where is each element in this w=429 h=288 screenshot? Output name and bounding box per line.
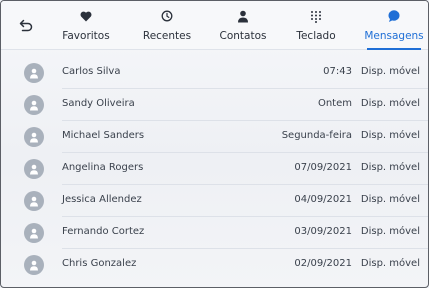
back-button[interactable] <box>15 15 37 37</box>
tab-label: Contatos <box>219 30 267 42</box>
device-label: Disp. móvel <box>360 258 420 269</box>
tab-recentes[interactable]: Recentes <box>139 1 195 49</box>
device-label: Disp. móvel <box>360 98 420 109</box>
list-item[interactable]: Michael Sanders Segunda-feira Disp. móve… <box>1 121 428 153</box>
tab-contatos[interactable]: Contatos <box>215 1 271 49</box>
person-icon <box>30 68 38 78</box>
contact-name: Sandy Oliveira <box>62 98 135 109</box>
message-time: Segunda-feira <box>281 130 352 141</box>
contact-name: Jessica Allendez <box>62 194 142 205</box>
person-icon <box>237 8 249 24</box>
list-item[interactable]: Fernando Cortez 03/09/2021 Disp. móvel <box>1 217 428 249</box>
list-item[interactable]: Angelina Rogers 07/09/2021 Disp. móvel <box>1 153 428 185</box>
active-tab-indicator <box>367 48 421 50</box>
contact-name: Fernando Cortez <box>62 226 145 237</box>
avatar <box>24 255 44 275</box>
tab-label: Favoritos <box>62 30 110 42</box>
clock-icon <box>161 8 173 24</box>
list-item[interactable]: Sandy Oliveira Ontem Disp. móvel <box>1 89 428 121</box>
tab-label: Recentes <box>142 30 192 42</box>
message-time: 02/09/2021 <box>294 258 352 269</box>
message-time: 04/09/2021 <box>294 194 352 205</box>
tab-teclado[interactable]: Teclado <box>291 1 341 49</box>
tab-favoritos[interactable]: Favoritos <box>57 1 115 49</box>
person-icon <box>30 164 38 174</box>
list-item[interactable]: Carlos Silva 07:43 Disp. móvel <box>1 57 428 89</box>
message-time: 03/09/2021 <box>294 226 352 237</box>
keypad-icon <box>310 8 322 24</box>
contact-name: Angelina Rogers <box>62 162 144 173</box>
chat-bubble-icon <box>387 8 401 24</box>
phone-app-frame: Favoritos Recentes Contatos Teclado Mens… <box>0 0 429 288</box>
person-icon <box>30 228 38 238</box>
tab-label: Teclado <box>296 30 336 42</box>
avatar <box>24 63 44 83</box>
device-label: Disp. móvel <box>360 162 420 173</box>
avatar <box>24 127 44 147</box>
message-time: 07/09/2021 <box>294 162 352 173</box>
avatar <box>24 95 44 115</box>
contact-name: Carlos Silva <box>62 66 121 77</box>
back-arrow-icon <box>19 19 33 32</box>
message-time: Ontem <box>317 98 352 109</box>
person-icon <box>30 100 38 110</box>
tab-mensagens[interactable]: Mensagens <box>363 1 425 50</box>
contact-name: Michael Sanders <box>62 130 145 141</box>
device-label: Disp. móvel <box>360 66 420 77</box>
contact-name: Chris Gonzalez <box>62 258 137 269</box>
heart-icon <box>80 8 92 24</box>
message-time: 07:43 <box>323 66 352 77</box>
device-label: Disp. móvel <box>360 194 420 205</box>
list-item[interactable]: Chris Gonzalez 02/09/2021 Disp. móvel <box>1 249 428 281</box>
tab-label: Mensagens <box>364 30 424 42</box>
top-navigation-bar: Favoritos Recentes Contatos Teclado Mens… <box>1 1 428 50</box>
person-icon <box>30 196 38 206</box>
avatar <box>24 223 44 243</box>
device-label: Disp. móvel <box>360 226 420 237</box>
person-icon <box>30 260 38 270</box>
avatar <box>24 191 44 211</box>
person-icon <box>30 132 38 142</box>
avatar <box>24 159 44 179</box>
list-item[interactable]: Jessica Allendez 04/09/2021 Disp. móvel <box>1 185 428 217</box>
device-label: Disp. móvel <box>360 130 420 141</box>
